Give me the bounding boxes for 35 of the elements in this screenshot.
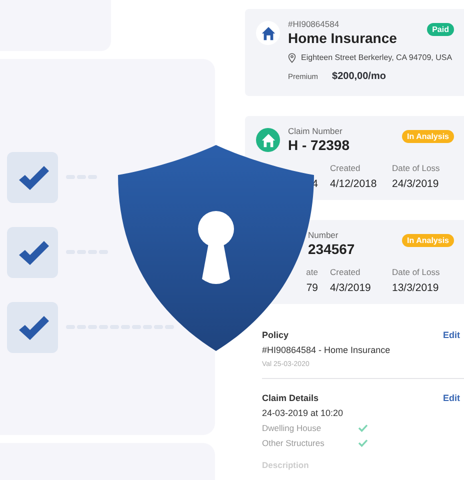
status-badge: In Analysis [402,234,454,247]
claim-date: 24-03-2019 at 10:20 [262,408,344,418]
edit-link[interactable]: Edit [443,393,460,403]
claim-label: Number [308,230,340,240]
check-icon [16,163,48,191]
status-badge: In Analysis [402,130,454,143]
column-label: Date of Loss [392,267,441,277]
policy-number: #HI90864584 [288,19,340,29]
coverage-item: Other Structures [262,438,326,448]
location-pin-icon [288,53,296,63]
column-value: 79 [305,282,318,294]
check-icon [16,313,48,341]
status-badge: Paid [427,23,454,36]
claim-number: 234567 [308,241,356,257]
column-label: Created [330,163,362,173]
column-label: Date of Loss [392,163,441,173]
column-value: 4/3/2019 [330,282,372,294]
column-label: Created [330,267,362,277]
section-heading: Policy [262,330,289,340]
policy-title: Home Insurance [288,30,398,46]
column-value: 13/3/2019 [392,282,440,294]
claim-number: H - 72398 [288,137,350,153]
column-value: 4/12/2018 [330,178,378,190]
policy-line: #HI90864584 - Home Insurance [262,345,392,355]
check-icon [16,238,48,266]
house-icon [256,21,280,45]
address-text: Eighteen Street Berkerley, CA 94709, USA [301,52,452,64]
edit-link[interactable]: Edit [443,330,460,340]
column-value: 24/3/2019 [392,178,440,190]
coverage-item: Dwelling House [262,423,322,433]
section-heading: Claim Details [262,393,319,403]
premium-value: $200,00/mo [332,71,386,82]
claim-label: Claim Number [288,126,344,136]
column-label: ate [305,267,318,277]
house-icon [256,128,280,152]
